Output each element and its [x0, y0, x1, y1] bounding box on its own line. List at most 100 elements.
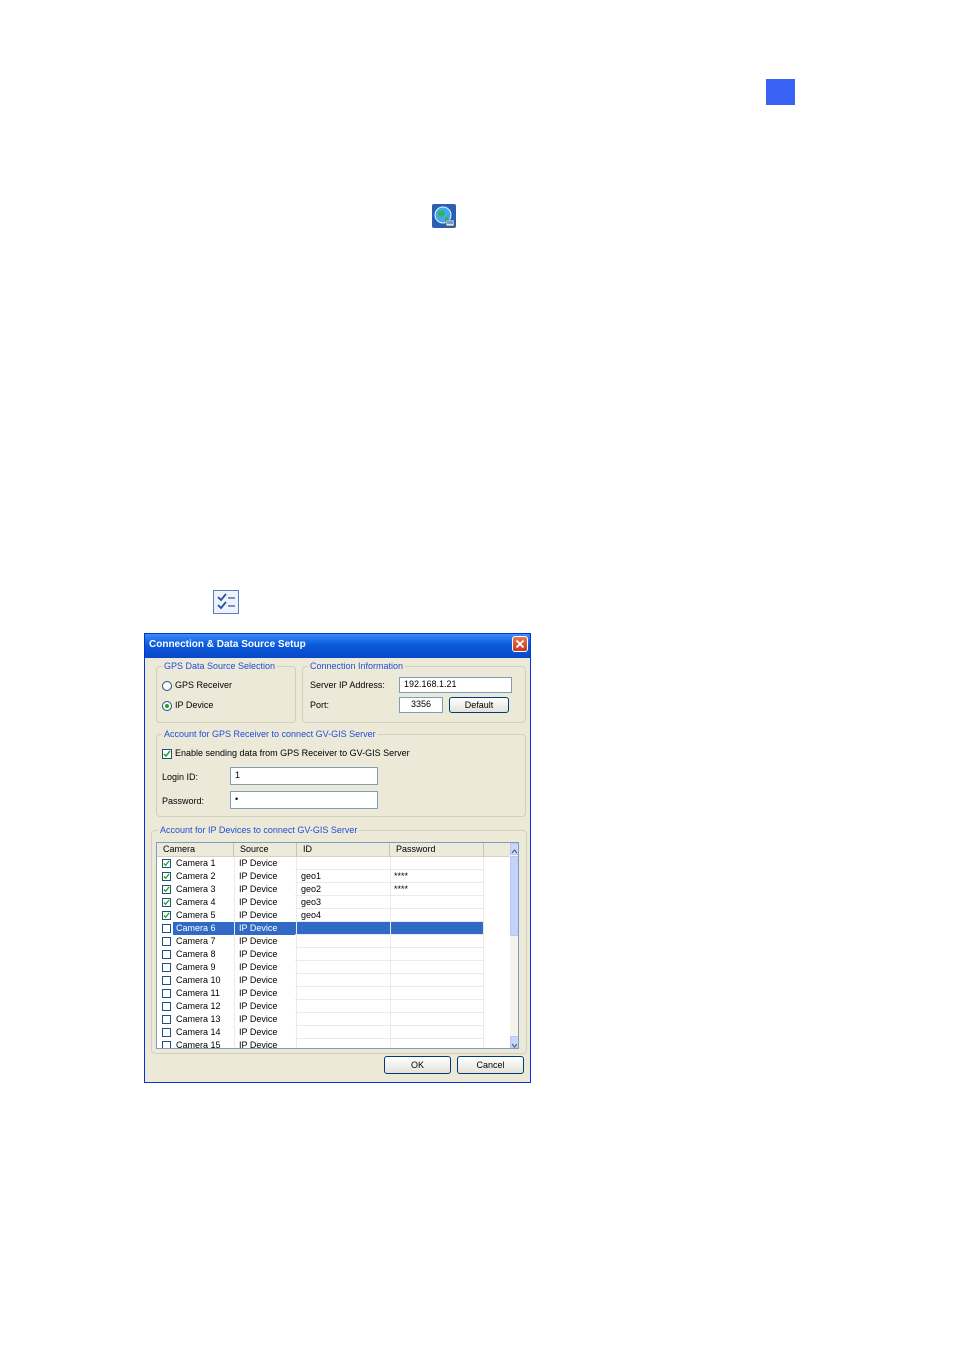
- row-enable-checkbox[interactable]: [162, 989, 171, 998]
- cell-camera: Camera 5: [176, 910, 216, 920]
- scroll-thumb[interactable]: [510, 856, 518, 936]
- ok-button[interactable]: OK: [384, 1056, 451, 1074]
- row-enable-checkbox[interactable]: [162, 937, 171, 946]
- password-label: Password:: [162, 796, 205, 806]
- cell-source: IP Device: [239, 1027, 278, 1037]
- grid-line: [234, 896, 235, 909]
- cell-camera: Camera 7: [176, 936, 216, 946]
- row-enable-checkbox[interactable]: [162, 1028, 171, 1037]
- dialog-client-area: GPS Data Source Selection GPS Receiver I…: [148, 658, 527, 1080]
- cell-source: IP Device: [239, 949, 278, 959]
- grid-line: [390, 1039, 391, 1048]
- radio-ip-device-label[interactable]: IP Device: [175, 700, 213, 711]
- row-enable-checkbox[interactable]: [162, 976, 171, 985]
- table-row[interactable]: Camera 11 IP Device: [157, 987, 510, 1000]
- table-header: Camera Source ID Password: [157, 843, 510, 857]
- table-row[interactable]: Camera 14 IP Device: [157, 1026, 510, 1039]
- enable-sending-label[interactable]: Enable sending data from GPS Receiver to…: [175, 748, 410, 759]
- grid-line: [483, 922, 484, 935]
- row-enable-checkbox[interactable]: [162, 859, 171, 868]
- cell-source: IP Device: [239, 923, 278, 933]
- globe-network-icon: [432, 204, 456, 228]
- row-enable-checkbox[interactable]: [162, 924, 171, 933]
- table-row[interactable]: Camera 15 IP Device: [157, 1039, 510, 1049]
- dialog-title: Connection & Data Source Setup: [149, 639, 306, 650]
- column-header-id[interactable]: ID: [297, 843, 390, 856]
- ip-accounts-table[interactable]: Camera Source ID Password Camera 1 IP Dev…: [156, 842, 519, 1049]
- cell-source: IP Device: [239, 988, 278, 998]
- grid-line: [483, 909, 484, 922]
- table-row[interactable]: Camera 13 IP Device: [157, 1013, 510, 1026]
- dialog-title-bar[interactable]: Connection & Data Source Setup: [145, 634, 530, 658]
- vertical-scrollbar[interactable]: [510, 843, 518, 1048]
- cell-source: IP Device: [239, 871, 278, 881]
- column-header-password[interactable]: Password: [390, 843, 484, 856]
- server-ip-input[interactable]: 192.168.1.21: [399, 677, 512, 693]
- grid-line: [234, 974, 235, 987]
- grid-line: [296, 1039, 297, 1048]
- cell-source: IP Device: [239, 975, 278, 985]
- login-id-input[interactable]: 1: [230, 767, 378, 785]
- grid-line: [234, 870, 235, 883]
- radio-ip-device[interactable]: [162, 701, 172, 711]
- cancel-button[interactable]: Cancel: [457, 1056, 524, 1074]
- grid-line: [234, 857, 235, 870]
- grid-line: [483, 1013, 484, 1026]
- cell-camera: Camera 6: [176, 923, 216, 933]
- connection-setup-dialog: Connection & Data Source Setup GPS Data …: [144, 633, 531, 1083]
- cell-source: IP Device: [239, 884, 278, 894]
- grid-line: [483, 1039, 484, 1048]
- table-row[interactable]: Camera 3 IP Device geo2 ****: [157, 883, 510, 896]
- grid-line: [483, 857, 484, 870]
- close-icon: [515, 639, 525, 649]
- table-row[interactable]: Camera 4 IP Device geo3: [157, 896, 510, 909]
- port-label: Port:: [310, 700, 330, 710]
- table-row[interactable]: Camera 7 IP Device: [157, 935, 510, 948]
- grid-line: [234, 935, 235, 948]
- grid-line: [234, 987, 235, 1000]
- table-row[interactable]: Camera 2 IP Device geo1 ****: [157, 870, 510, 883]
- checklist-icon: [213, 590, 239, 614]
- default-button[interactable]: Default: [449, 697, 509, 713]
- table-row[interactable]: Camera 12 IP Device: [157, 1000, 510, 1013]
- grid-line: [234, 922, 235, 935]
- row-enable-checkbox[interactable]: [162, 963, 171, 972]
- row-enable-checkbox[interactable]: [162, 950, 171, 959]
- cell-camera: Camera 1: [176, 858, 216, 868]
- cell-source: IP Device: [239, 1040, 278, 1049]
- checkmark-icon: [163, 860, 170, 867]
- gps-source-legend: GPS Data Source Selection: [162, 660, 278, 672]
- cell-camera: Camera 12: [176, 1001, 221, 1011]
- cell-source: IP Device: [239, 858, 278, 868]
- table-row[interactable]: Camera 9 IP Device: [157, 961, 510, 974]
- password-input[interactable]: •: [230, 791, 378, 809]
- cell-source: IP Device: [239, 962, 278, 972]
- row-enable-checkbox[interactable]: [162, 1015, 171, 1024]
- close-button[interactable]: [512, 636, 528, 652]
- table-row[interactable]: Camera 10 IP Device: [157, 974, 510, 987]
- grid-line: [234, 948, 235, 961]
- table-row[interactable]: Camera 8 IP Device: [157, 948, 510, 961]
- grid-line: [234, 883, 235, 896]
- cell-source: IP Device: [239, 936, 278, 946]
- row-enable-checkbox[interactable]: [162, 885, 171, 894]
- enable-sending-checkbox[interactable]: [162, 749, 172, 759]
- scroll-down-button[interactable]: [510, 1036, 518, 1048]
- grid-line: [483, 974, 484, 987]
- column-header-camera[interactable]: Camera: [157, 843, 234, 856]
- grid-line: [234, 1013, 235, 1026]
- table-row[interactable]: Camera 1 IP Device: [157, 857, 510, 870]
- table-row[interactable]: Camera 6 IP Device: [157, 922, 510, 935]
- row-enable-checkbox[interactable]: [162, 1002, 171, 1011]
- table-row[interactable]: Camera 5 IP Device geo4: [157, 909, 510, 922]
- scroll-up-button[interactable]: [510, 843, 518, 855]
- row-enable-checkbox[interactable]: [162, 911, 171, 920]
- row-enable-checkbox[interactable]: [162, 898, 171, 907]
- checkmark-icon: [163, 886, 170, 893]
- column-header-source[interactable]: Source: [234, 843, 297, 856]
- radio-gps-receiver[interactable]: [162, 681, 172, 691]
- port-input[interactable]: 3356: [399, 697, 443, 713]
- radio-gps-receiver-label[interactable]: GPS Receiver: [175, 680, 232, 691]
- row-enable-checkbox[interactable]: [162, 1041, 171, 1048]
- row-enable-checkbox[interactable]: [162, 872, 171, 881]
